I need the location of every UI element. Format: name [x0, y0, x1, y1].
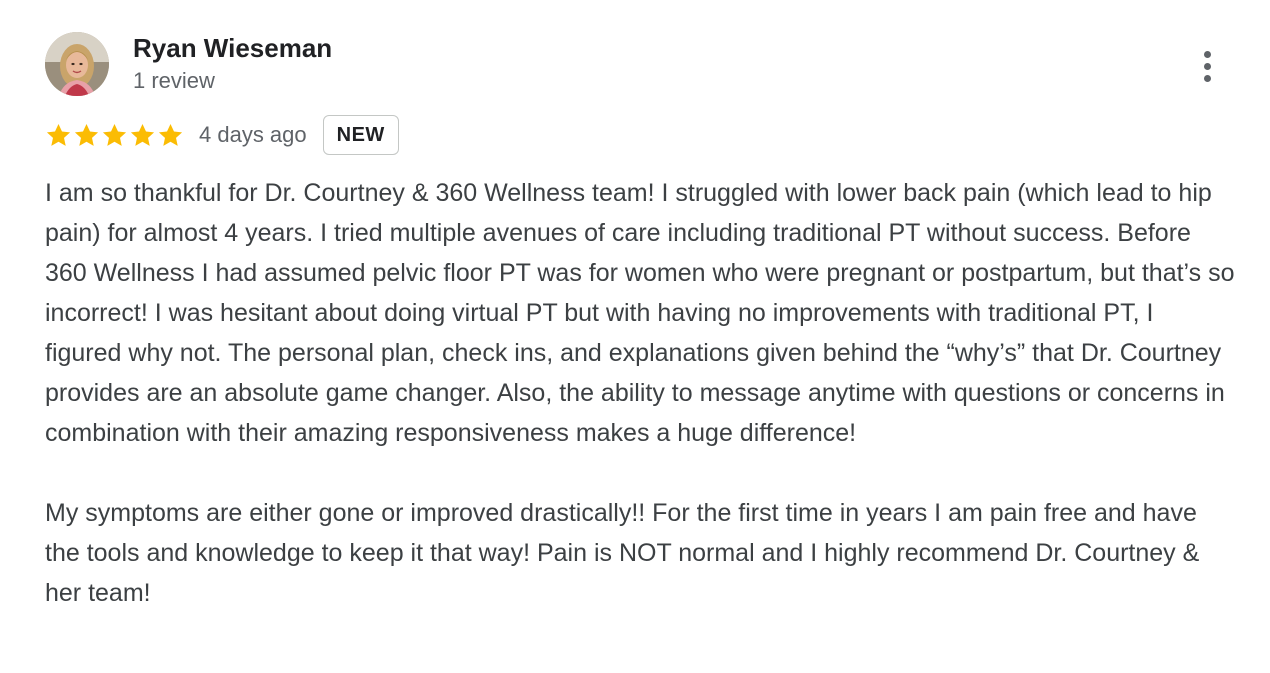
more-vert-icon	[1203, 62, 1211, 70]
new-badge: NEW	[322, 115, 399, 155]
review-text: I am so thankful for Dr. Courtney & 360 …	[45, 179, 1235, 607]
user-photo-icon	[45, 32, 109, 96]
more-options-button[interactable]	[1188, 44, 1226, 88]
star-icon	[46, 123, 71, 146]
star-icon	[102, 123, 127, 146]
star-rating	[45, 122, 184, 149]
rating-row: 4 days ago NEW	[45, 114, 399, 156]
more-vert-icon	[1203, 74, 1211, 82]
reviewer-name[interactable]: Ryan Wieseman	[133, 32, 332, 64]
reviewer-review-count[interactable]: 1 review	[133, 67, 215, 95]
star-icon	[130, 123, 155, 146]
review-card: Ryan Wieseman 1 review 4 days ago NEW I …	[0, 0, 1270, 673]
star-icon	[158, 123, 183, 146]
review-date: 4 days ago	[199, 122, 307, 147]
star-icon	[74, 123, 99, 146]
more-vert-icon	[1203, 50, 1211, 58]
avatar[interactable]	[45, 32, 109, 96]
